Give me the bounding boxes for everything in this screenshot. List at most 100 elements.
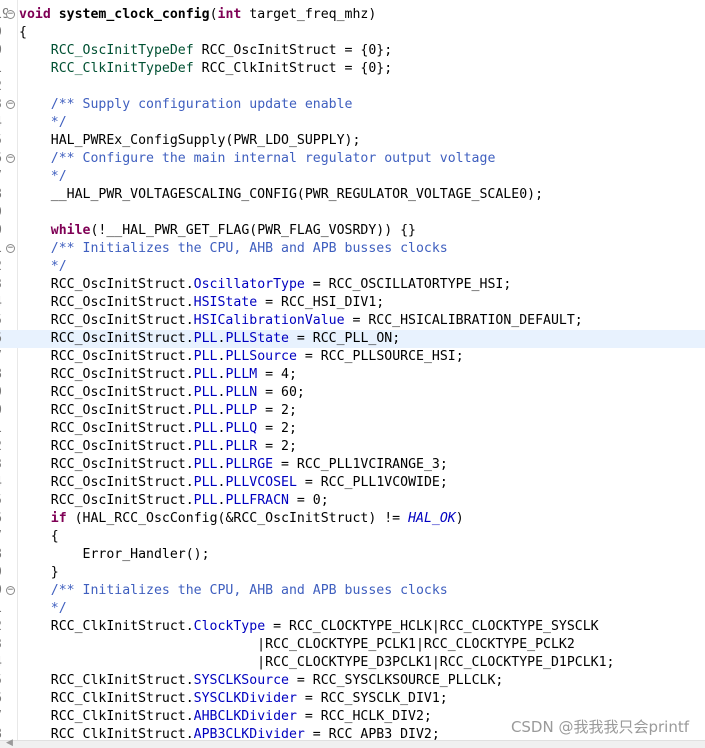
- code-token: = 4;: [257, 367, 297, 382]
- code-line[interactable]: 19−void system_clock_config(int target_f…: [0, 6, 705, 24]
- code-line[interactable]: 4 |RCC_CLOCKTYPE_D3PCLK1|RCC_CLOCKTYPE_D…: [0, 654, 705, 672]
- code-line[interactable]: 0− /** Initializes the CPU, AHB and APB …: [0, 582, 705, 600]
- code-line[interactable]: 8 Error_Handler();: [0, 546, 705, 564]
- code-token: HAL_PWREx_ConfigSupply(PWR_LDO_SUPPLY);: [19, 133, 361, 148]
- code-token: = RCC_PLL1VCIRANGE_3;: [273, 457, 448, 472]
- code-line[interactable]: 1 RCC_ClkInitTypeDef RCC_ClkInitStruct =…: [0, 60, 705, 78]
- code-token: = RCC_SYSCLK_DIV1;: [296, 691, 448, 706]
- code-text: RCC_OscInitTypeDef RCC_OscInitStruct = {…: [19, 42, 392, 60]
- code-line[interactable]: 7 */: [0, 168, 705, 186]
- code-line[interactable]: 7 {: [0, 528, 705, 546]
- code-token: {: [19, 25, 27, 40]
- code-token: RCC_ClkInitStruct.: [19, 619, 194, 634]
- code-token: PLLR: [225, 439, 258, 454]
- code-token: |RCC_CLOCKTYPE_PCLK1|RCC_CLOCKTYPE_PCLK2: [19, 637, 575, 652]
- code-text: /** Initializes the CPU, AHB and APB bus…: [19, 582, 448, 600]
- code-line[interactable]: 3 RCC_OscInitStruct.OscillatorType = RCC…: [0, 276, 705, 294]
- line-number: 5: [0, 132, 8, 150]
- line-number: 4: [0, 654, 8, 672]
- code-line[interactable]: 3− /** Supply configuration update enabl…: [0, 96, 705, 114]
- scroll-left-icon[interactable]: ◀: [6, 738, 13, 748]
- code-token: (HAL_RCC_OscConfig(&RCC_OscInitStruct) !…: [66, 511, 409, 526]
- code-token: PLLSource: [225, 349, 297, 364]
- code-line[interactable]: 5 RCC_OscInitStruct.PLL.PLLFRACN = 0;: [0, 492, 705, 510]
- line-number: 5: [0, 492, 8, 510]
- code-line[interactable]: 2 */: [0, 258, 705, 276]
- code-token: RCC_OscInitTypeDef: [50, 43, 194, 58]
- code-text: RCC_OscInitStruct.PLL.PLLP = 2;: [19, 402, 297, 420]
- code-line[interactable]: 4 RCC_OscInitStruct.HSIState = RCC_HSI_D…: [0, 294, 705, 312]
- code-line[interactable]: 0 RCC_OscInitTypeDef RCC_OscInitStruct =…: [0, 42, 705, 60]
- code-line[interactable]: 6 RCC_OscInitStruct.PLL.PLLState = RCC_P…: [0, 330, 705, 348]
- code-text: /** Initializes the CPU, AHB and APB bus…: [19, 240, 448, 258]
- fold-toggle-icon[interactable]: −: [6, 154, 15, 163]
- code-line[interactable]: 4 */: [0, 114, 705, 132]
- code-token: PLL: [193, 403, 218, 418]
- code-token: = RCC_PLLSOURCE_HSI;: [296, 349, 464, 364]
- line-number: 0: [0, 42, 8, 60]
- code-line[interactable]: 9 RCC_OscInitStruct.PLL.PLLN = 60;: [0, 384, 705, 402]
- code-line[interactable]: 2 RCC_OscInitStruct.PLL.PLLR = 2;: [0, 438, 705, 456]
- code-token: if: [50, 511, 67, 526]
- fold-toggle-icon[interactable]: −: [6, 10, 15, 19]
- code-line[interactable]: 1− /** Initializes the CPU, AHB and APB …: [0, 240, 705, 258]
- code-line[interactable]: 3 |RCC_CLOCKTYPE_PCLK1|RCC_CLOCKTYPE_PCL…: [0, 636, 705, 654]
- code-text: RCC_ClkInitStruct.AHBCLKDivider = RCC_HC…: [19, 708, 432, 726]
- code-token: HSIState: [193, 295, 258, 310]
- code-editor[interactable]: 19−void system_clock_config(int target_f…: [0, 0, 705, 740]
- line-number: 8: [0, 546, 8, 564]
- code-token: = 2;: [257, 403, 297, 418]
- code-token: = RCC_HSICALIBRATION_DEFAULT;: [344, 313, 583, 328]
- code-line[interactable]: 8 RCC_OscInitStruct.PLL.PLLM = 4;: [0, 366, 705, 384]
- code-line[interactable]: 5 RCC_ClkInitStruct.SYSCLKSource = RCC_S…: [0, 672, 705, 690]
- fold-toggle-icon[interactable]: −: [6, 100, 15, 109]
- code-line[interactable]: 3 RCC_OscInitStruct.PLL.PLLRGE = RCC_PLL…: [0, 456, 705, 474]
- line-number: 2: [0, 438, 8, 456]
- code-line[interactable]: 2: [0, 78, 705, 96]
- code-line[interactable]: 1 RCC_OscInitStruct.PLL.PLLQ = 2;: [0, 420, 705, 438]
- line-number: 3: [0, 636, 8, 654]
- code-line[interactable]: 0 RCC_OscInitStruct.PLL.PLLP = 2;: [0, 402, 705, 420]
- code-token: = RCC_SYSCLKSOURCE_PLLCLK;: [288, 673, 504, 688]
- code-token: PLL: [193, 349, 218, 364]
- code-line[interactable]: 1 */: [0, 600, 705, 618]
- code-line[interactable]: 5 HAL_PWREx_ConfigSupply(PWR_LDO_SUPPLY)…: [0, 132, 705, 150]
- code-line[interactable]: 5 RCC_OscInitStruct.HSICalibrationValue …: [0, 312, 705, 330]
- code-line[interactable]: 7 RCC_OscInitStruct.PLL.PLLSource = RCC_…: [0, 348, 705, 366]
- line-number: 4: [0, 294, 8, 312]
- code-line[interactable]: 4 RCC_OscInitStruct.PLL.PLLVCOSEL = RCC_…: [0, 474, 705, 492]
- code-token: (: [209, 7, 218, 22]
- code-token: AHBCLKDivider: [193, 709, 297, 724]
- code-text: RCC_OscInitStruct.PLL.PLLVCOSEL = RCC_PL…: [19, 474, 448, 492]
- line-number: 7: [0, 168, 8, 186]
- code-line[interactable]: 8 __HAL_PWR_VOLTAGESCALING_CONFIG(PWR_RE…: [0, 186, 705, 204]
- code-line[interactable]: 9: [0, 204, 705, 222]
- code-token: SYSCLKDivider: [193, 691, 297, 706]
- code-line[interactable]: 9{: [0, 24, 705, 42]
- code-line[interactable]: 9 }: [0, 564, 705, 582]
- fold-toggle-icon[interactable]: −: [6, 244, 15, 253]
- fold-toggle-icon[interactable]: −: [6, 586, 15, 595]
- code-token: */: [50, 115, 67, 130]
- code-text: void system_clock_config(int target_freq…: [19, 6, 376, 24]
- code-text: /** Configure the main internal regulato…: [19, 150, 496, 168]
- horizontal-scrollbar[interactable]: ◀: [0, 738, 705, 748]
- code-token: = RCC_CLOCKTYPE_HCLK|RCC_CLOCKTYPE_SYSCL…: [265, 619, 599, 634]
- code-token: RCC_OscInitStruct.: [19, 367, 194, 382]
- code-line[interactable]: 6 if (HAL_RCC_OscConfig(&RCC_OscInitStru…: [0, 510, 705, 528]
- code-text: RCC_ClkInitStruct.APB3CLKDivider = RCC_A…: [19, 726, 440, 740]
- code-line[interactable]: 6− /** Configure the main internal regul…: [0, 150, 705, 168]
- code-token: PLL: [193, 457, 218, 472]
- code-line[interactable]: 2 RCC_ClkInitStruct.ClockType = RCC_CLOC…: [0, 618, 705, 636]
- code-token: (!__HAL_PWR_GET_FLAG(PWR_FLAG_VOSRDY)) {…: [90, 223, 416, 238]
- code-line[interactable]: 0 while(!__HAL_PWR_GET_FLAG(PWR_FLAG_VOS…: [0, 222, 705, 240]
- code-text: RCC_OscInitStruct.PLL.PLLQ = 2;: [19, 420, 297, 438]
- code-text: {: [19, 24, 27, 42]
- code-token: int: [217, 7, 242, 22]
- code-line[interactable]: 6 RCC_ClkInitStruct.SYSCLKDivider = RCC_…: [0, 690, 705, 708]
- code-text: */: [19, 114, 67, 132]
